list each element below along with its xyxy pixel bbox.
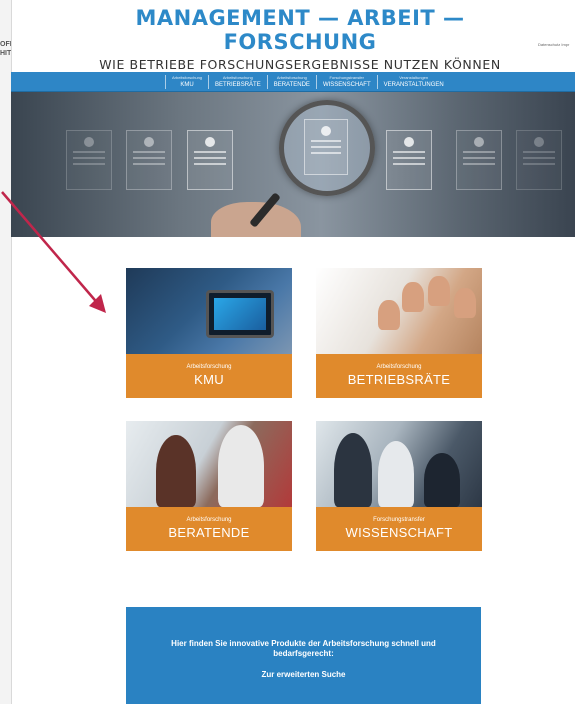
person [378,441,414,507]
document-card [456,130,502,190]
nav-item-veranstaltungen[interactable]: Veranstaltungen VERANSTALTUNGEN [376,75,450,89]
search-cta-box: Hier finden Sie innovative Produkte der … [126,607,481,704]
page-subtitle: WIE BETRIEBE FORSCHUNGSERGEBNISSE NUTZEN… [99,57,501,72]
tile-category: Arbeitsforschung [186,364,232,370]
person [218,425,264,507]
thumbs-up-icon [402,282,424,312]
person [156,435,196,507]
page-title: MANAGEMENT — ARBEIT — FORSCHUNG [135,6,465,54]
top-right-links[interactable]: Datenschutz Impr [538,42,575,50]
tile-category: Forschungstransfer [373,517,425,523]
document-card [386,130,432,190]
thumbs-up-icon [428,276,450,306]
tile-kmu[interactable]: Arbeitsforschung KMU [126,268,292,398]
tile-title: KMU [194,372,224,387]
tile-beratende[interactable]: Arbeitsforschung BERATENDE [126,421,292,551]
nav-item-wissenschaft[interactable]: Forschungstransfer WISSENSCHAFT [315,75,377,89]
left-logo: OFFE HITTE [0,41,11,57]
tile-label-band: Arbeitsforschung BERATENDE [126,507,292,551]
title-overlay: MANAGEMENT — ARBEIT — FORSCHUNG WIE BETR… [62,0,538,72]
cta-text: Hier finden Sie innovative Produkte der … [171,639,436,658]
tile-photo-thumbs-up [316,268,482,354]
magnifier-icon [279,100,375,196]
tile-category: Arbeitsforschung [186,517,232,523]
tile-wissenschaft[interactable]: Forschungstransfer WISSENSCHAFT [316,421,482,551]
tile-betriebsraete[interactable]: Arbeitsforschung BETRIEBSRÄTE [316,268,482,398]
document-card [126,130,172,190]
tile-title: WISSENSCHAFT [345,525,453,540]
thumbs-up-icon [378,300,400,330]
tile-photo-team [316,421,482,507]
nav-item-kmu[interactable]: Arbeitsforschung KMU [165,75,208,89]
person [334,433,372,507]
person [424,453,460,507]
tile-title: BETRIEBSRÄTE [347,372,451,387]
tile-label-band: Forschungstransfer WISSENSCHAFT [316,507,482,551]
nav-item-beratende[interactable]: Arbeitsforschung BERATENDE [266,75,316,89]
tablet-icon [206,290,274,338]
arrow-icon [1,191,106,313]
tile-label-band: Arbeitsforschung BETRIEBSRÄTE [316,354,482,398]
main-navigation: Arbeitsforschung KMU Arbeitsforschung BE… [11,72,575,92]
document-card [66,130,112,190]
tile-photo-consultants [126,421,292,507]
tile-label-band: Arbeitsforschung KMU [126,354,292,398]
document-card [187,130,233,190]
advanced-search-link[interactable]: Zur erweiterten Suche [126,670,481,679]
nav-item-betriebsraete[interactable]: Arbeitsforschung BETRIEBSRÄTE [208,75,267,89]
tile-photo-warehouse [126,268,292,354]
document-card [516,130,562,190]
thumbs-up-icon [454,288,476,318]
tile-category: Arbeitsforschung [376,364,422,370]
document-card [304,119,348,175]
tile-title: BERATENDE [168,525,250,540]
